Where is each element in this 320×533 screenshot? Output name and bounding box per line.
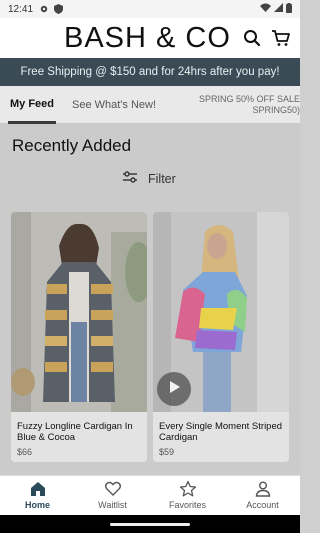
home-icon [29, 480, 47, 498]
filter-label: Filter [148, 171, 176, 186]
battery-icon [286, 2, 292, 16]
promo-text: Free Shipping @ $150 and for 24hrs after… [20, 66, 280, 78]
product-card[interactable]: Fuzzy Longline Cardigan In Blue & Cocoa … [11, 212, 147, 462]
product-name[interactable]: Every Single Moment Striped Cardigan [159, 421, 287, 443]
nav-label: Waitlist [98, 500, 127, 510]
heart-icon [104, 480, 122, 498]
product-name[interactable]: Fuzzy Longline Cardigan In Blue & Cocoa [17, 421, 145, 443]
signal-icon [274, 3, 283, 15]
play-video-button[interactable] [157, 372, 191, 406]
nav-label: Account [246, 500, 279, 510]
nav-favorites[interactable]: Favorites [150, 480, 225, 510]
nav-waitlist[interactable]: Waitlist [75, 480, 150, 510]
settings-gear-icon [39, 4, 49, 14]
product-price: $66 [17, 447, 33, 457]
tab-label: See What's New! [72, 99, 157, 111]
tab-promo-line2: SPRING50) [252, 105, 300, 115]
tab-whats-new[interactable]: See What's New! [72, 86, 156, 124]
filter-sliders-icon [122, 170, 138, 187]
section-title: Recently Added [12, 136, 132, 155]
product-image[interactable] [11, 212, 147, 412]
filter-button[interactable]: Filter [122, 170, 176, 187]
tab-label: My Feed [10, 97, 55, 110]
search-icon[interactable] [242, 28, 262, 48]
product-price: $59 [159, 447, 175, 457]
system-gesture-bar [0, 515, 300, 533]
play-icon [167, 380, 181, 399]
star-icon [179, 480, 197, 498]
home-gesture-handle[interactable] [110, 523, 190, 526]
status-time: 12:41 [8, 3, 34, 15]
bottom-nav: Home Waitlist Favorites Account [0, 475, 300, 515]
status-bar: 12:41 [0, 0, 300, 18]
product-card[interactable]: Every Single Moment Striped Cardigan $59 [153, 212, 289, 462]
wifi-icon [260, 3, 271, 15]
cart-icon[interactable] [271, 28, 291, 48]
free-shipping-banner[interactable]: Free Shipping @ $150 and for 24hrs after… [0, 58, 300, 86]
brand-logo[interactable]: BASH & CO [64, 22, 231, 55]
tab-spring-sale[interactable]: SPRING 50% OFF SALE SPRING50) [190, 94, 300, 116]
shield-icon [53, 4, 63, 14]
nav-home[interactable]: Home [0, 480, 75, 510]
tab-promo-line1: SPRING 50% OFF SALE [198, 94, 300, 104]
feed-content: Recently Added Filter Fuzzy Longline Car… [0, 124, 300, 475]
nav-label: Home [24, 500, 50, 510]
person-icon [254, 480, 272, 498]
tab-my-feed[interactable]: My Feed [8, 86, 57, 124]
feed-tabs: My Feed See What's New! SPRING 50% OFF S… [0, 86, 300, 124]
nav-label: Favorites [168, 500, 206, 510]
app-header: BASH & CO [0, 18, 300, 58]
nav-account[interactable]: Account [225, 480, 300, 510]
